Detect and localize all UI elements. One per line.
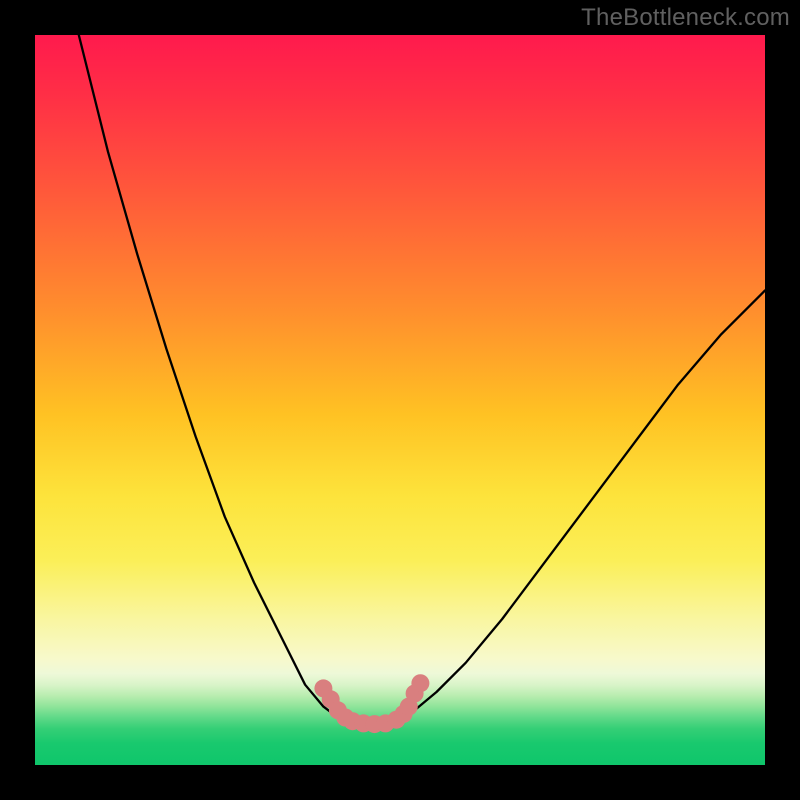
marker-dot: [411, 674, 429, 692]
attribution-label: TheBottleneck.com: [581, 4, 790, 32]
plot-area: [35, 35, 765, 765]
marker-dots: [314, 674, 429, 733]
chart-overlay: [35, 35, 765, 765]
series-left-curve: [79, 35, 353, 721]
chart-container: TheBottleneck.com: [0, 0, 800, 800]
series-right-curve: [400, 291, 765, 722]
curve-lines: [79, 35, 765, 725]
